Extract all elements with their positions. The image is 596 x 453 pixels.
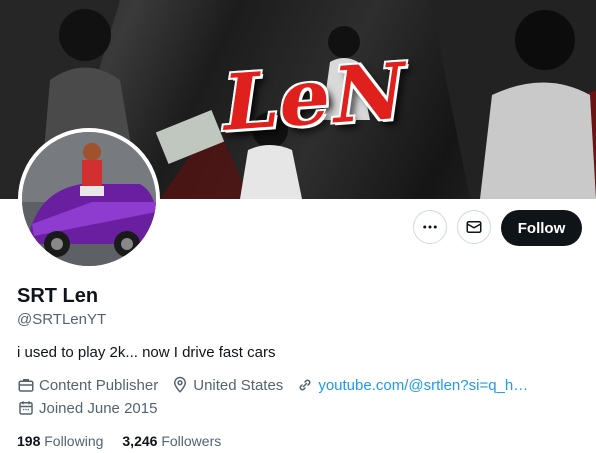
display-name: SRT Len: [17, 285, 99, 307]
calendar-icon: [19, 401, 33, 415]
category-label: Content Publisher: [39, 376, 159, 394]
avatar-image: [22, 132, 156, 266]
link-icon: [299, 379, 311, 391]
website-link[interactable]: youtube.com/@srtlen?si=q_h…: [318, 377, 528, 394]
joined-label: Joined June 2015: [39, 399, 158, 417]
join-date-row: Joined June 2015: [17, 399, 170, 417]
avatar[interactable]: [18, 128, 160, 270]
bio-text: i used to play 2k... now I drive fast ca…: [17, 344, 276, 361]
follow-stats: 198 Following 3,246 Followers: [17, 433, 240, 449]
location-pin-icon: [174, 376, 187, 393]
category-item: Content Publisher: [17, 376, 158, 394]
location-item: United States: [171, 376, 283, 394]
followers-stat[interactable]: 3,246 Followers: [122, 433, 221, 449]
more-options-button[interactable]: [413, 210, 447, 244]
profile-meta: Content Publisher United States youtube.…: [17, 376, 541, 394]
ellipsis-icon: [423, 225, 437, 229]
followers-label: Followers: [161, 433, 222, 449]
joined-item: Joined June 2015: [17, 399, 157, 417]
user-handle: @SRTLenYT: [17, 311, 107, 328]
website-item[interactable]: youtube.com/@srtlen?si=q_h…: [296, 376, 528, 394]
followers-count: 3,246: [122, 433, 158, 449]
message-button[interactable]: [457, 210, 491, 244]
follow-button[interactable]: Follow: [501, 210, 582, 246]
following-label: Following: [44, 433, 104, 449]
briefcase-icon: [18, 379, 34, 392]
envelope-icon: [466, 221, 482, 233]
following-stat[interactable]: 198 Following: [17, 433, 103, 449]
following-count: 198: [17, 433, 41, 449]
location-label: United States: [193, 376, 284, 394]
